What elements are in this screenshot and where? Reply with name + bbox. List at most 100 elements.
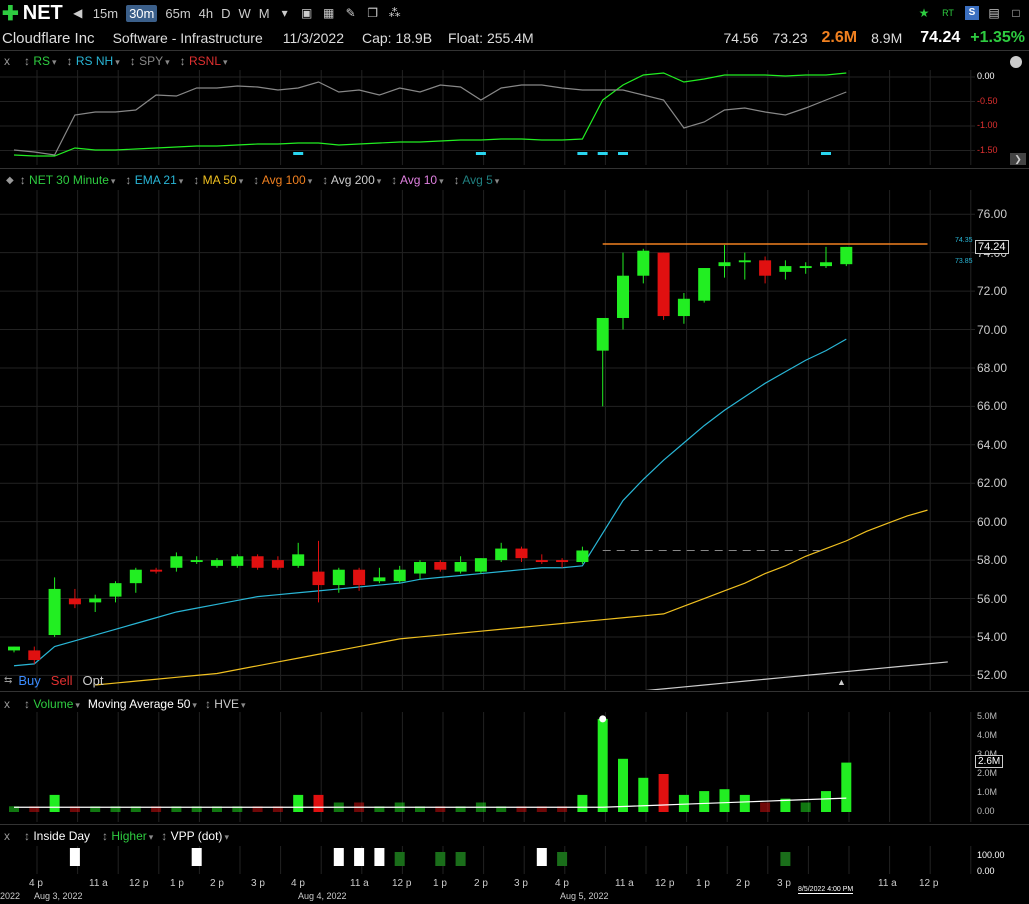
higher-marker — [780, 852, 791, 866]
hve-dot — [599, 715, 607, 723]
sector[interactable]: Software - Infrastructure — [113, 30, 263, 46]
timeframe-15m[interactable]: 15m — [93, 6, 118, 21]
rs-close-button[interactable]: x — [4, 54, 10, 68]
star-icon[interactable]: ★ — [917, 6, 931, 20]
price-legend-item-3[interactable]: ↕ Avg 100 ▾ — [253, 173, 312, 187]
rs-nh-marker — [597, 152, 608, 155]
candle-body — [535, 560, 548, 563]
ema21-line — [13, 338, 847, 667]
time-tick: 4 p — [555, 878, 569, 889]
rs-nh-marker — [577, 152, 588, 155]
sell-button[interactable]: Sell — [51, 673, 73, 688]
timeframe-dropdown-icon[interactable]: ▾ — [278, 6, 292, 20]
rs-scroll-button[interactable]: ❯ — [1010, 153, 1026, 165]
price-legend-item-1[interactable]: ↕ EMA 21 ▾ — [125, 173, 183, 187]
candle-body — [129, 569, 142, 584]
save-icon[interactable]: ▤ — [987, 6, 1001, 20]
price-legend-item-2[interactable]: ↕ MA 50 ▾ — [193, 173, 243, 187]
time-tick: 11 a — [878, 878, 897, 889]
spy-line — [13, 81, 847, 156]
volume-legend-volume[interactable]: ↕ Volume ▾ — [24, 697, 80, 711]
calculator-icon[interactable]: ▦ — [322, 6, 336, 20]
share-icon[interactable]: ⁂ — [388, 6, 402, 20]
timeframe-W[interactable]: W — [239, 6, 251, 21]
candle-body — [840, 246, 853, 265]
volume-legend-hve[interactable]: ↕ HVE ▾ — [205, 697, 246, 711]
tt-icon[interactable]: ▣ — [300, 6, 314, 20]
inside-day-marker — [191, 848, 202, 866]
rs-palette-icon[interactable] — [1010, 56, 1022, 68]
price-axis: 76.0074.0072.0070.0068.0066.0064.0062.00… — [975, 190, 1029, 690]
candle-body — [109, 583, 122, 597]
top-toolbar: ✚ NET ◀ 15m 30m 65m 4h D W M ▾ ▣ ▦ ✎ ❐ ⁂ ★ RT … — [0, 0, 1029, 26]
time-tick: 11 a — [89, 878, 108, 889]
candle-body — [89, 598, 102, 603]
price-legend-items: ↕ NET 30 Minute ▾ ↕ EMA 21 ▾ ↕ MA 50 ▾ ↕ Avg 1… — [20, 173, 510, 187]
volume-value: 2.6M — [821, 29, 858, 46]
last-price: 74.24 — [920, 29, 961, 46]
price-caret-icon[interactable]: ◆ — [6, 175, 14, 186]
inside-axis-label: 100.00 — [977, 850, 1005, 860]
rs-legend-item-0[interactable]: ↕ RS ▾ — [24, 54, 57, 68]
s-icon[interactable]: S — [965, 6, 979, 20]
candle-body — [434, 562, 447, 570]
megaphone-icon[interactable]: ◀ — [71, 6, 85, 20]
collapse-icon[interactable]: ▲ — [837, 677, 846, 687]
rs-legend-item-1[interactable]: ↕ RS NH ▾ — [67, 54, 120, 68]
notes-icon[interactable]: ❐ — [366, 6, 380, 20]
rs-legend-items: ↕ RS ▾ ↕ RS NH ▾ ↕ SPY ▾ ↕ RSNL ▾ — [24, 54, 238, 68]
rs-nh-marker — [293, 152, 304, 155]
timeframe-30m[interactable]: 30m — [126, 4, 158, 22]
volume-close-button[interactable]: x — [4, 697, 10, 711]
price-legend-item-6[interactable]: ↕ Avg 5 ▾ — [454, 173, 500, 187]
rs-axis: 0.00 -0.50 -1.00 -1.50 — [975, 70, 1029, 165]
time-date-label: Aug 4, 2022 — [298, 891, 347, 901]
timeframe-D[interactable]: D — [221, 6, 230, 21]
timeframe-65m[interactable]: 65m — [165, 6, 190, 21]
rs-axis-label: -1.00 — [977, 120, 998, 130]
rs-axis-label: -1.50 — [977, 144, 998, 155]
volume-bar — [638, 777, 649, 812]
candle-body — [576, 550, 589, 563]
candle-body — [779, 266, 792, 272]
buy-button[interactable]: Buy — [18, 673, 40, 688]
low-value: 73.23 — [772, 30, 808, 46]
pencil-icon[interactable]: ✎ — [344, 6, 358, 20]
time-tick: 11 a — [615, 878, 634, 889]
opt-button[interactable]: Opt — [82, 673, 103, 688]
add-symbol-icon[interactable]: ✚ — [2, 1, 19, 26]
candle-body — [312, 571, 325, 586]
candle-body — [170, 556, 183, 568]
volume-legend-ma50[interactable]: Moving Average 50 ▾ — [88, 697, 197, 711]
time-tick: 3 p — [251, 878, 265, 889]
price-legend-item-0[interactable]: ↕ NET 30 Minute ▾ — [20, 173, 116, 187]
rs-legend-item-2[interactable]: ↕ SPY ▾ — [130, 54, 170, 68]
rs-axis-label: 0.00 — [977, 71, 995, 81]
price-legend-item-5[interactable]: ↕ Avg 10 ▾ — [391, 173, 443, 187]
window-icon[interactable]: □ — [1009, 6, 1023, 20]
percent-change: +1.35% — [970, 29, 1025, 46]
inside-legend-higher[interactable]: ↕ Higher ▾ — [102, 829, 153, 843]
candle-body — [495, 548, 508, 561]
candle-body — [677, 298, 690, 317]
timeframe-4h[interactable]: 4h — [199, 6, 213, 21]
rs-legend-item-3[interactable]: ↕ RSNL ▾ — [180, 54, 228, 68]
inside-legend-vpp[interactable]: ↕ VPP (dot) ▾ — [161, 829, 229, 843]
ticker-symbol[interactable]: NET — [23, 2, 63, 25]
time-tick: 1 p — [170, 878, 184, 889]
time-stamp: 8/5/2022 4:00 PM — [798, 886, 854, 894]
order-arrows-icon[interactable]: ⇆ — [4, 675, 12, 686]
timeframe-group: 15m 30m 65m 4h D W M — [85, 4, 270, 22]
volume-axis-label: 2.0M — [977, 768, 998, 778]
candle-body — [515, 548, 528, 559]
higher-marker — [435, 852, 446, 866]
timeframe-M[interactable]: M — [259, 6, 270, 21]
rt-icon[interactable]: RT — [939, 6, 957, 20]
inside-close-button[interactable]: x — [4, 829, 10, 843]
inside-legend-inside-day[interactable]: ↕ Inside Day — [24, 829, 90, 843]
order-buttons: ⇆ Buy Sell Opt — [0, 672, 103, 688]
price-legend-item-4[interactable]: ↕ Avg 200 ▾ — [322, 173, 381, 187]
candle-body — [271, 560, 284, 568]
candle-body — [251, 556, 264, 568]
volume-bar — [678, 794, 689, 812]
